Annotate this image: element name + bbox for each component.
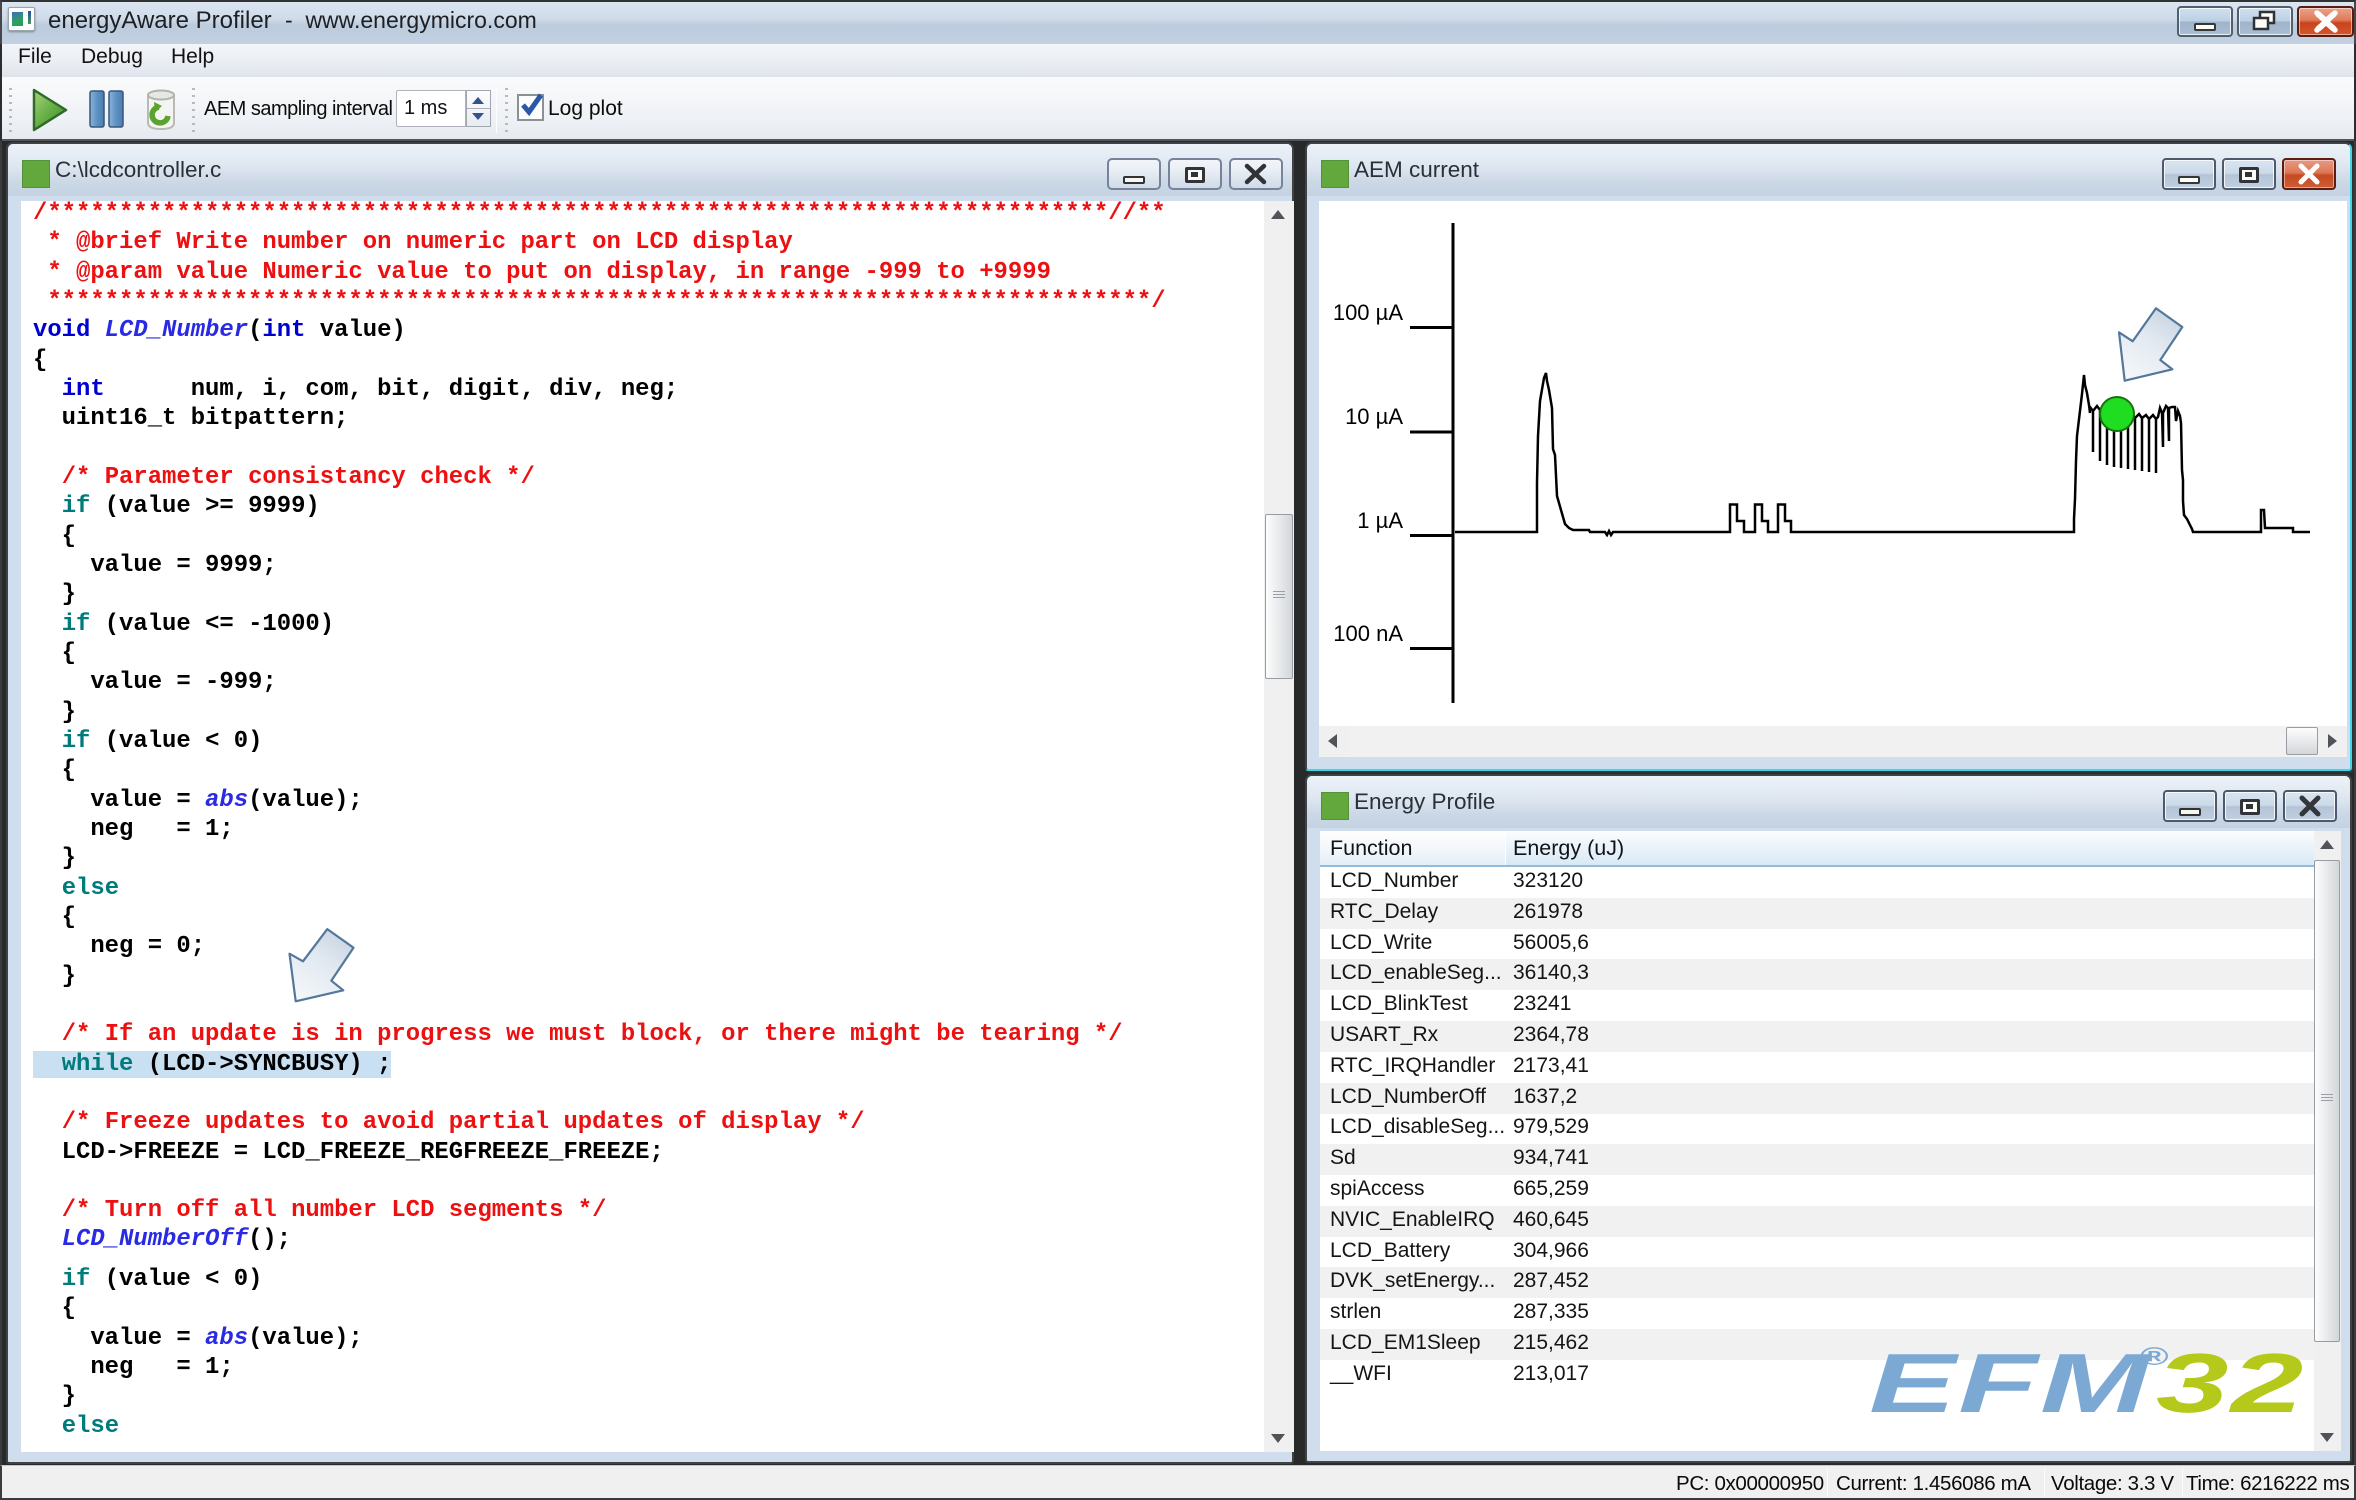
svg-text:100 nA: 100 nA [1333, 621, 1403, 646]
svg-text:10 µA: 10 µA [1345, 404, 1403, 429]
svg-text:1 µA: 1 µA [1357, 508, 1403, 533]
svg-text:100 µA: 100 µA [1333, 300, 1403, 325]
